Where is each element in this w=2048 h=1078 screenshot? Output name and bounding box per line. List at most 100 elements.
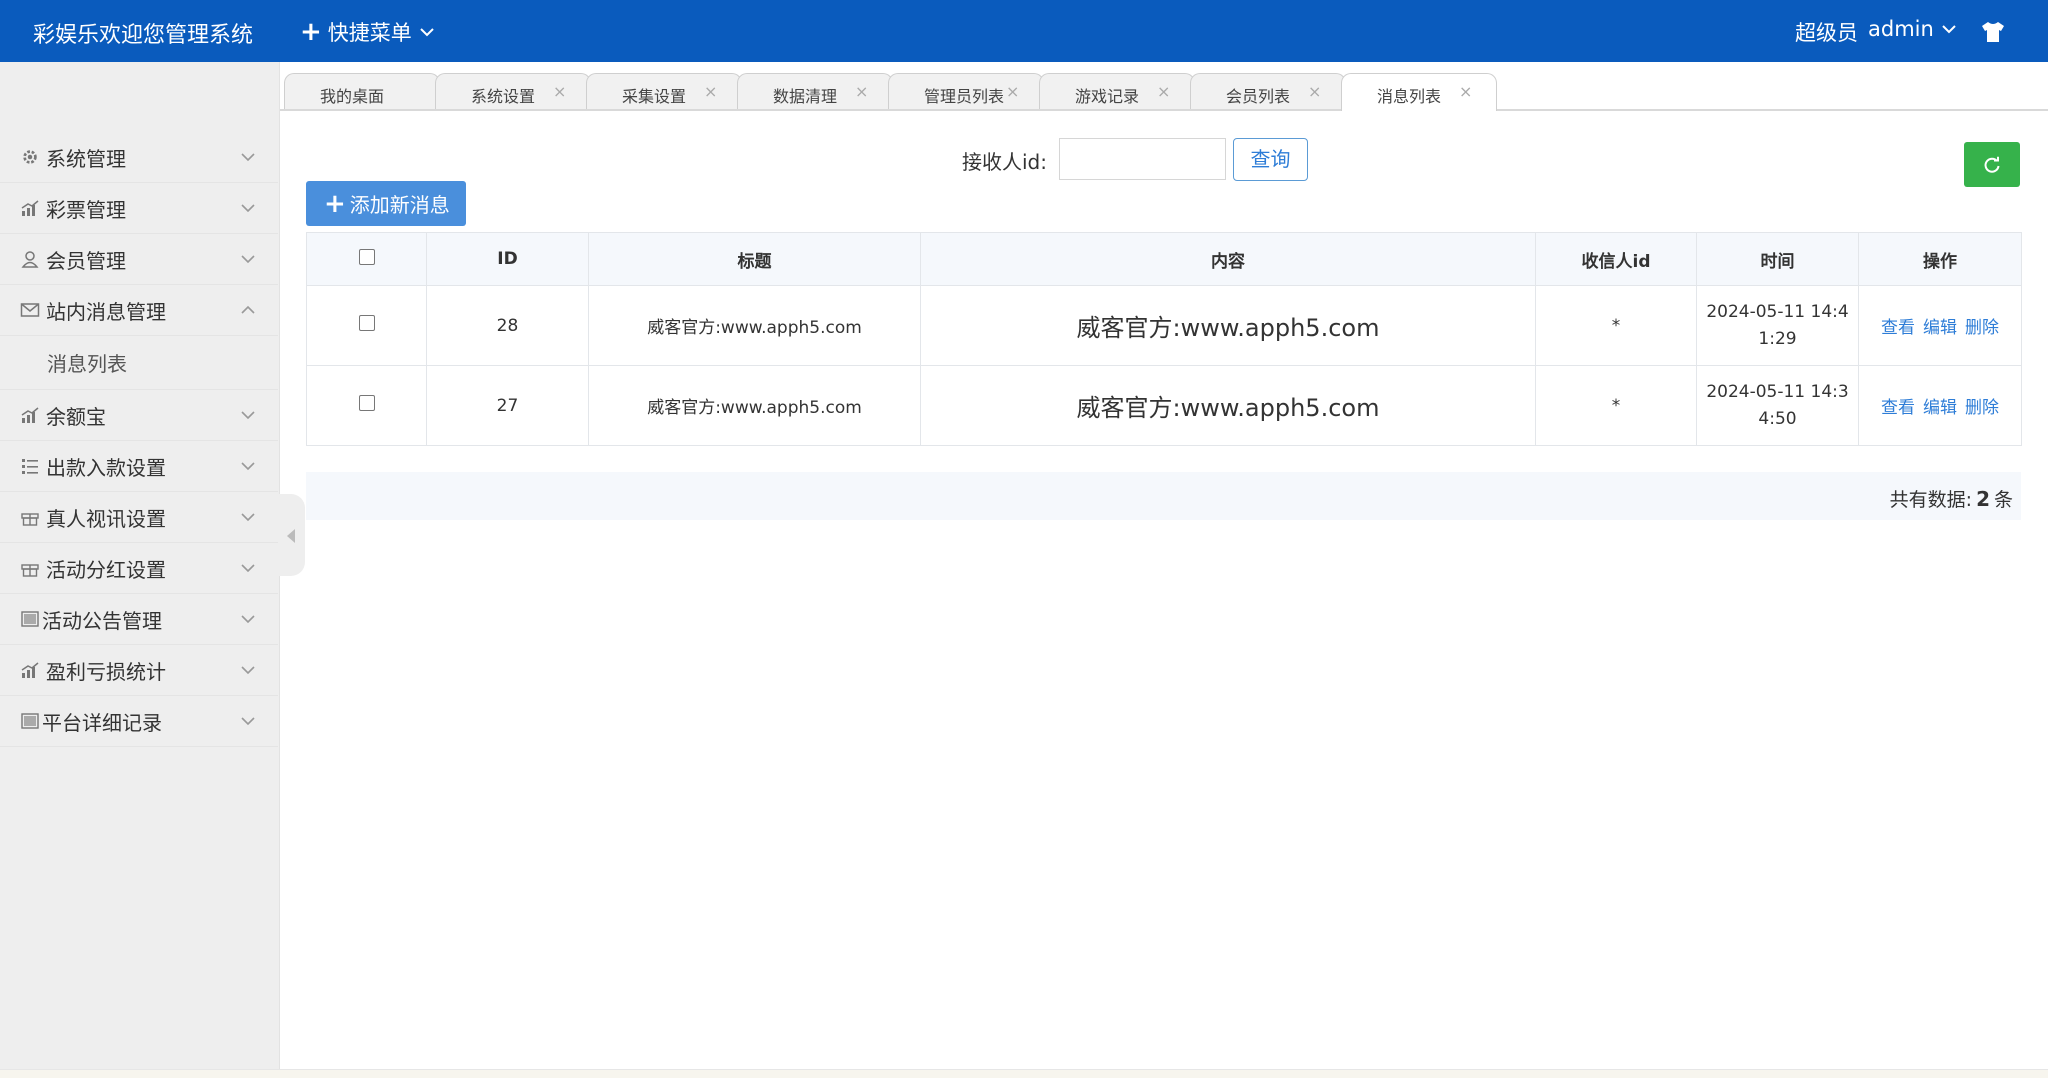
- total-label: 共有数据:: [1889, 489, 1973, 511]
- total-unit: 条: [1993, 489, 2013, 511]
- tab-game-records[interactable]: 游戏记录 ×: [1039, 73, 1195, 109]
- cell-id: 28: [426, 285, 589, 366]
- document-icon: [21, 611, 39, 627]
- time-line-2: 1:29: [1758, 328, 1797, 349]
- refresh-button[interactable]: [1964, 142, 2020, 187]
- column-header-content: 内容: [920, 232, 1536, 286]
- tab-label: 会员列表: [1226, 87, 1291, 106]
- sidebar-item-label: 系统管理: [46, 146, 126, 171]
- total-number: 2: [1976, 487, 1990, 511]
- edit-link[interactable]: 编辑: [1923, 398, 1957, 418]
- close-icon[interactable]: ×: [855, 82, 868, 101]
- tab-label: 我的桌面: [320, 87, 385, 106]
- cell-receiver: *: [1535, 365, 1697, 446]
- tab-collect-settings[interactable]: 采集设置 ×: [586, 73, 742, 109]
- theme-shirt-icon[interactable]: [1981, 21, 2005, 43]
- close-icon[interactable]: ×: [1157, 82, 1170, 101]
- close-icon[interactable]: ×: [1308, 82, 1321, 101]
- plus-icon: +: [324, 188, 346, 219]
- delete-link[interactable]: 删除: [1965, 398, 1999, 418]
- sidebar-item-label: 真人视讯设置: [46, 506, 166, 531]
- tab-message-list[interactable]: 消息列表 ×: [1341, 73, 1497, 111]
- tab-member-list[interactable]: 会员列表 ×: [1190, 73, 1346, 109]
- tab-desktop[interactable]: 我的桌面: [284, 73, 440, 109]
- chevron-down-icon: [241, 411, 255, 420]
- row-checkbox[interactable]: [358, 395, 375, 411]
- receiver-id-label: 接收人id:: [962, 150, 1047, 174]
- chevron-down-icon: [241, 204, 255, 213]
- sidebar-item-live-video[interactable]: 真人视讯设置: [0, 492, 278, 543]
- chevron-down-icon: [1942, 25, 1956, 34]
- tab-label: 游戏记录: [1075, 87, 1140, 106]
- cell-title: 威客官方:www.apph5.com: [588, 285, 921, 366]
- gift-icon: [21, 513, 39, 526]
- column-header-actions: 操作: [1858, 232, 2022, 286]
- gear-icon: [23, 150, 37, 164]
- row-checkbox[interactable]: [358, 315, 375, 331]
- user-menu[interactable]: admin: [1868, 17, 1956, 41]
- tab-system-settings[interactable]: 系统设置 ×: [435, 73, 591, 109]
- column-header-title: 标题: [588, 232, 921, 286]
- receiver-id-input[interactable]: [1059, 138, 1226, 180]
- close-icon[interactable]: ×: [1459, 82, 1472, 101]
- sidebar-item-label: 活动公告管理: [42, 608, 162, 633]
- sidebar-item-system[interactable]: 系统管理: [0, 132, 278, 183]
- sidebar-item-yuebao[interactable]: 余额宝: [0, 390, 278, 441]
- sidebar-menu: 系统管理 彩票管理 会员管理 站内消息管理 消息列表 余额宝 出款入款设置 真人…: [0, 132, 278, 747]
- cell-actions: 查看 编辑 删除: [1858, 365, 2022, 446]
- cell-actions: 查看 编辑 删除: [1858, 285, 2022, 366]
- sidebar-item-deposit-withdraw[interactable]: 出款入款设置: [0, 441, 278, 492]
- sidebar-collapse-handle[interactable]: [279, 494, 305, 576]
- quick-menu-button[interactable]: + 快捷菜单: [300, 17, 434, 47]
- sidebar-item-messages[interactable]: 站内消息管理: [0, 285, 278, 336]
- time-line-2: 4:50: [1758, 408, 1797, 429]
- user-icon: [21, 251, 39, 268]
- chevron-down-icon: [241, 717, 255, 726]
- cell-content: 威客官方:www.apph5.com: [920, 285, 1536, 366]
- app-title: 彩娱乐欢迎您管理系统: [33, 23, 254, 48]
- close-icon[interactable]: ×: [1006, 82, 1019, 101]
- view-link[interactable]: 查看: [1881, 398, 1915, 418]
- close-icon[interactable]: ×: [553, 82, 566, 101]
- close-icon[interactable]: ×: [704, 82, 717, 101]
- cell-receiver: *: [1535, 285, 1697, 366]
- chevron-down-icon: [420, 28, 434, 37]
- bar-chart-icon: [21, 662, 39, 678]
- sidebar-item-label: 盈利亏损统计: [46, 659, 166, 684]
- sidebar-item-lottery[interactable]: 彩票管理: [0, 183, 278, 234]
- table-row: 27 威客官方:www.apph5.com 威客官方:www.apph5.com…: [306, 365, 2022, 446]
- tab-data-cleanup[interactable]: 数据清理 ×: [737, 73, 893, 109]
- edit-link[interactable]: 编辑: [1923, 318, 1957, 338]
- view-link[interactable]: 查看: [1881, 318, 1915, 338]
- sidebar-item-profit-loss[interactable]: 盈利亏损统计: [0, 645, 278, 696]
- table-header-row: ID 标题 内容 收信人id 时间 操作: [306, 232, 2022, 286]
- sidebar-item-announcements[interactable]: 活动公告管理: [0, 594, 278, 645]
- cell-content: 威客官方:www.apph5.com: [920, 365, 1536, 446]
- row-select-cell: [306, 365, 427, 446]
- sidebar-item-label: 出款入款设置: [46, 455, 166, 480]
- chevron-down-icon: [241, 564, 255, 573]
- sidebar-item-platform-records[interactable]: 平台详细记录: [0, 696, 278, 747]
- user-role: 超级员: [1795, 21, 1858, 45]
- gift-icon: [21, 564, 39, 577]
- select-all-checkbox[interactable]: [358, 248, 375, 265]
- column-header-receiver: 收信人id: [1535, 232, 1697, 286]
- sidebar: 系统管理 彩票管理 会员管理 站内消息管理 消息列表 余额宝 出款入款设置 真人…: [0, 62, 280, 1069]
- cell-id: 27: [426, 365, 589, 446]
- bar-chart-icon: [21, 200, 39, 216]
- message-table: ID 标题 内容 收信人id 时间 操作 28 威客官方:www.apph5.c…: [306, 232, 2022, 446]
- tab-bar: 我的桌面 系统设置 × 采集设置 × 数据清理 × 管理员列表 × 游戏记录 ×…: [280, 62, 2048, 111]
- time-line-1: 2024-05-11 14:4: [1706, 301, 1849, 322]
- search-button[interactable]: 查询: [1233, 138, 1308, 181]
- tab-admin-list[interactable]: 管理员列表 ×: [888, 73, 1044, 109]
- time-line-1: 2024-05-11 14:3: [1706, 381, 1849, 402]
- sidebar-item-members[interactable]: 会员管理: [0, 234, 278, 285]
- delete-link[interactable]: 删除: [1965, 318, 1999, 338]
- sidebar-item-label: 平台详细记录: [42, 710, 162, 735]
- chevron-down-icon: [241, 153, 255, 162]
- sidebar-item-label: 活动分红设置: [46, 557, 166, 582]
- sidebar-item-dividend[interactable]: 活动分红设置: [0, 543, 278, 594]
- table-row: 28 威客官方:www.apph5.com 威客官方:www.apph5.com…: [306, 285, 2022, 366]
- add-message-button[interactable]: + 添加新消息: [306, 181, 466, 226]
- sidebar-subitem-message-list[interactable]: 消息列表: [0, 336, 278, 390]
